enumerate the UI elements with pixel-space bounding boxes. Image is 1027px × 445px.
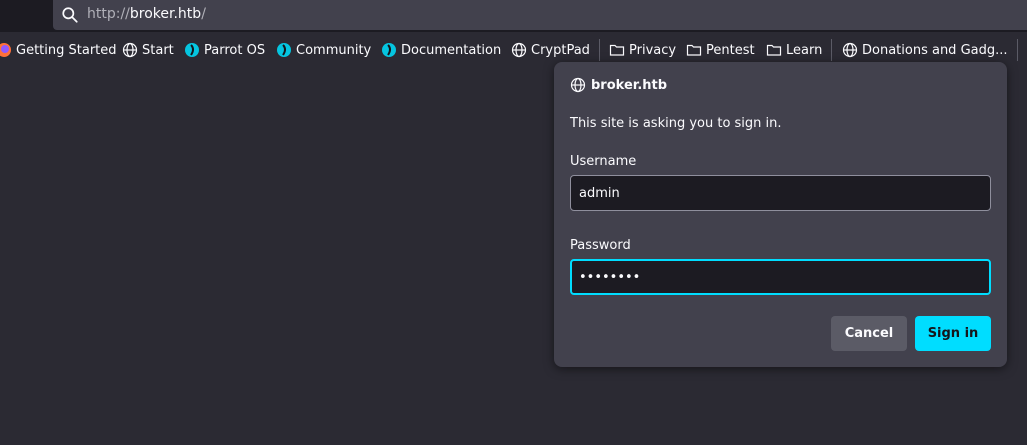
- globe-icon: [842, 42, 858, 58]
- password-label: Password: [570, 238, 631, 253]
- bookmark-label: Pentest: [706, 42, 755, 58]
- bookmark-start[interactable]: Start: [122, 32, 174, 68]
- bookmark-label: Privacy: [629, 42, 677, 58]
- parrot-icon: [277, 43, 291, 57]
- url-path: /: [201, 6, 206, 22]
- url-protocol: http://: [87, 6, 130, 22]
- url-bar[interactable]: http://broker.htb/: [53, 0, 1027, 30]
- bookmark-label: Parrot OS: [204, 42, 266, 58]
- bookmark-getting-started[interactable]: Getting Started: [0, 32, 117, 68]
- firefox-icon: [0, 43, 11, 57]
- bookmark-label: Learn: [786, 42, 823, 58]
- username-input[interactable]: admin: [570, 175, 991, 211]
- cancel-button[interactable]: Cancel: [831, 316, 907, 351]
- bookmark-separator: [831, 39, 832, 61]
- bookmark-label: Documentation: [401, 42, 502, 58]
- globe-icon: [122, 42, 138, 58]
- bookmark-label: Community: [296, 42, 372, 58]
- dialog-message: This site is asking you to sign in.: [570, 116, 782, 131]
- globe-icon: [511, 42, 527, 58]
- folder-icon: [766, 44, 782, 56]
- bookmark-label: Start: [142, 42, 174, 58]
- bookmark-label: Donations and Gadg...: [862, 42, 1008, 58]
- bookmark-separator: [599, 39, 600, 61]
- folder-icon: [609, 44, 625, 56]
- bookmark-label: CryptPad: [531, 42, 590, 58]
- parrot-icon: [185, 43, 199, 57]
- globe-icon: [570, 77, 586, 93]
- auth-dialog: broker.htb This site is asking you to si…: [554, 62, 1007, 367]
- url-host: broker.htb: [129, 6, 202, 22]
- dialog-host: broker.htb: [591, 77, 668, 93]
- bookmark-label: Getting Started: [16, 42, 117, 58]
- sign-in-button[interactable]: Sign in: [915, 316, 991, 351]
- parrot-icon: [382, 43, 396, 57]
- bookmark-community[interactable]: Community: [276, 32, 371, 68]
- bookmark-separator: [1017, 39, 1018, 61]
- dialog-header: broker.htb: [570, 77, 667, 93]
- url-text[interactable]: http://broker.htb/: [87, 6, 206, 22]
- search-icon: [62, 7, 78, 23]
- bookmark-parrot-os[interactable]: Parrot OS: [184, 32, 265, 68]
- folder-icon: [686, 44, 702, 56]
- username-label: Username: [570, 154, 637, 169]
- password-input[interactable]: ••••••••: [570, 259, 991, 295]
- bookmark-documentation[interactable]: Documentation: [381, 32, 501, 68]
